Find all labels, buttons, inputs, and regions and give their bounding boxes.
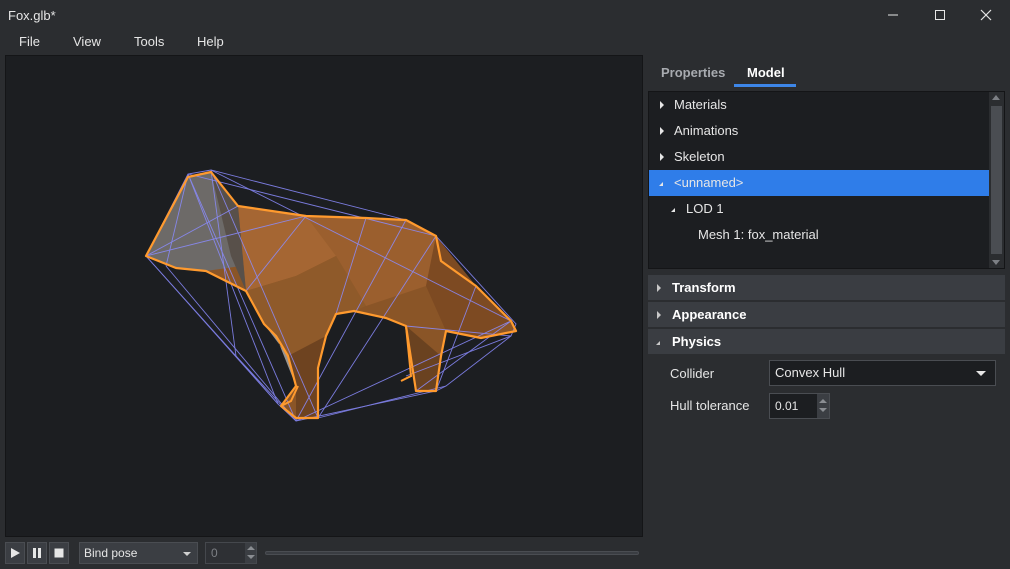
3d-viewport[interactable]	[5, 55, 643, 537]
tree-item-animations[interactable]: Animations	[649, 118, 990, 144]
section-transform[interactable]: Transform	[648, 275, 1005, 301]
play-button[interactable]	[5, 542, 25, 564]
window-title: Fox.glb*	[8, 7, 56, 23]
frame-spin-arrows[interactable]	[245, 543, 256, 563]
hull-tolerance-spinbox[interactable]: 0.01	[769, 393, 830, 419]
title-bar: Fox.glb*	[0, 0, 1010, 30]
maximize-icon	[935, 10, 945, 20]
fox-model-render	[144, 169, 518, 422]
minimize-button[interactable]	[870, 0, 916, 30]
frame-spinbox[interactable]: 0	[205, 542, 257, 564]
active-tab-indicator	[734, 84, 796, 87]
spin-up-icon	[247, 546, 255, 550]
chevron-down-icon	[976, 371, 986, 376]
caret-right-icon	[657, 284, 661, 292]
section-title: Physics	[672, 334, 722, 349]
scroll-down-icon[interactable]	[992, 260, 1000, 265]
menu-help[interactable]: Help	[197, 34, 224, 49]
collider-dropdown-value: Convex Hull	[775, 365, 846, 380]
spin-up-icon	[819, 399, 827, 403]
scroll-thumb[interactable]	[991, 106, 1002, 254]
caret-right-icon[interactable]	[660, 153, 664, 161]
spin-down-icon	[819, 408, 827, 412]
pause-icon	[33, 548, 41, 558]
caret-right-icon[interactable]	[660, 127, 664, 135]
frame-value: 0	[211, 546, 218, 560]
section-title: Transform	[672, 280, 736, 295]
scroll-up-icon[interactable]	[992, 95, 1000, 100]
tree-item-label: Mesh 1: fox_material	[698, 227, 819, 242]
tree-item-label: Materials	[674, 97, 727, 112]
tree-item-lod-1[interactable]: LOD 1	[649, 196, 990, 222]
caret-down-icon	[656, 341, 660, 345]
section-appearance[interactable]: Appearance	[648, 302, 1005, 328]
tree-item-unnamed[interactable]: <unnamed>	[649, 170, 990, 196]
maximize-button[interactable]	[917, 0, 963, 30]
menu-file[interactable]: File	[19, 34, 40, 49]
model-tree[interactable]: Materials Animations Skeleton <unnamed> …	[648, 91, 1005, 269]
minimize-icon	[888, 14, 898, 16]
section-physics[interactable]: Physics	[648, 329, 1005, 355]
tree-scrollbar[interactable]	[989, 92, 1004, 268]
stop-icon	[54, 548, 64, 558]
caret-right-icon[interactable]	[660, 101, 664, 109]
chevron-down-icon	[183, 552, 191, 556]
hull-tolerance-value: 0.01	[775, 399, 799, 413]
tree-item-materials[interactable]: Materials	[649, 92, 990, 118]
stop-button[interactable]	[49, 542, 69, 564]
menu-tools[interactable]: Tools	[134, 34, 164, 49]
pose-dropdown-value: Bind pose	[84, 546, 138, 560]
spin-down-icon	[247, 555, 255, 559]
close-button[interactable]	[963, 0, 1009, 30]
pose-dropdown[interactable]: Bind pose	[79, 542, 198, 564]
tab-properties[interactable]: Properties	[661, 65, 725, 80]
collider-dropdown[interactable]: Convex Hull	[769, 360, 996, 386]
caret-down-icon[interactable]	[659, 182, 663, 186]
section-title: Appearance	[672, 307, 747, 322]
tab-model[interactable]: Model	[747, 65, 785, 80]
menu-bar: File View Tools Help	[0, 30, 1010, 54]
hull-spin-arrows[interactable]	[817, 394, 829, 418]
tree-item-mesh-1[interactable]: Mesh 1: fox_material	[649, 222, 990, 248]
tree-item-skeleton[interactable]: Skeleton	[649, 144, 990, 170]
tree-item-label: Animations	[674, 123, 739, 138]
collider-label: Collider	[670, 366, 715, 381]
playback-bar: Bind pose 0	[0, 540, 645, 569]
hull-tolerance-label: Hull tolerance	[670, 398, 750, 413]
tree-item-label: LOD 1	[686, 201, 724, 216]
pause-button[interactable]	[27, 542, 47, 564]
tree-item-label: <unnamed>	[674, 175, 744, 190]
caret-right-icon	[657, 311, 661, 319]
play-icon	[11, 548, 20, 558]
timeline-slider[interactable]	[265, 551, 639, 555]
menu-view[interactable]: View	[73, 34, 101, 49]
tree-item-label: Skeleton	[674, 149, 725, 164]
caret-down-icon[interactable]	[671, 208, 675, 212]
panel-tabs: Properties Model	[648, 60, 1008, 88]
close-icon	[980, 9, 992, 21]
